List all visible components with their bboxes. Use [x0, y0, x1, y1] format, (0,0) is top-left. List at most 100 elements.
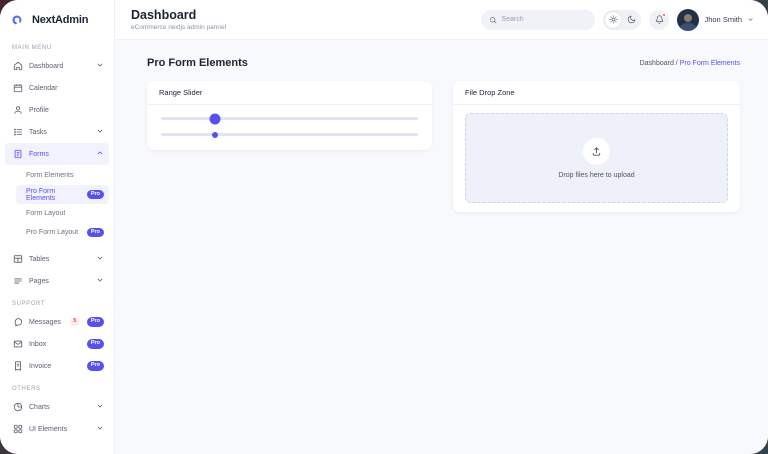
pie-chart-icon — [13, 402, 23, 412]
forms-submenu: Form Elements Pro Form Elements Pro Form… — [0, 166, 114, 242]
pro-badge: Pro — [87, 190, 104, 200]
range-slider-1[interactable] — [161, 117, 418, 120]
sidebar: NextAdmin MAIN MENU Dashboard Calendar P… — [0, 0, 115, 454]
sidebar-item-charts[interactable]: Charts — [5, 396, 109, 418]
page-title: Pro Form Elements — [147, 57, 248, 69]
grid-icon — [13, 424, 23, 434]
dark-mode-button[interactable] — [623, 12, 639, 28]
chat-icon — [13, 317, 23, 327]
sidebar-item-calendar[interactable]: Calendar — [5, 77, 109, 99]
pro-badge: Pro — [87, 339, 104, 349]
sidebar-item-label: Form Layout — [26, 210, 104, 217]
sidebar-item-label: Calendar — [29, 85, 104, 92]
chevron-down-icon — [96, 402, 104, 412]
pages-icon — [13, 276, 23, 286]
sidebar-item-invoice[interactable]: Invoice Pro — [5, 355, 109, 377]
sidebar-item-profile[interactable]: Profile — [5, 99, 109, 121]
light-mode-button[interactable] — [605, 12, 621, 28]
search-input[interactable] — [501, 16, 581, 23]
moon-icon — [627, 15, 636, 24]
header-title: Dashboard — [131, 8, 226, 22]
notification-dot — [662, 13, 666, 17]
sidebar-item-tasks[interactable]: Tasks — [5, 121, 109, 143]
sidebar-item-label: Forms — [29, 151, 90, 158]
section-label-main-menu: MAIN MENU — [0, 36, 114, 55]
page-head: Pro Form Elements Dashboard / Pro Form E… — [147, 57, 740, 69]
pro-badge: Pro — [87, 317, 104, 327]
home-icon — [13, 61, 23, 71]
sidebar-subitem-pro-form-elements[interactable]: Pro Form Elements Pro — [16, 185, 109, 204]
chevron-up-icon — [96, 149, 104, 159]
tasks-icon — [13, 127, 23, 137]
breadcrumb-current: Pro Form Elements — [680, 60, 740, 67]
breadcrumb: Dashboard / Pro Form Elements — [640, 60, 740, 67]
chevron-down-icon — [96, 254, 104, 264]
sidebar-item-messages[interactable]: Messages 5 Pro — [5, 311, 109, 333]
pro-badge: Pro — [87, 361, 104, 371]
sidebar-subitem-form-elements[interactable]: Form Elements — [16, 166, 109, 185]
chevron-down-icon — [747, 16, 754, 23]
sidebar-item-label: Pages — [29, 278, 90, 285]
sidebar-subitem-form-layout[interactable]: Form Layout — [16, 204, 109, 223]
sidebar-item-label: Pro Form Layout — [26, 229, 83, 236]
section-label-others: OTHERS — [0, 377, 114, 396]
upload-icon — [591, 146, 602, 157]
file-dropzone[interactable]: Drop files here to upload — [465, 113, 728, 203]
header-actions: Jhon Smith — [481, 9, 754, 31]
user-menu[interactable]: Jhon Smith — [677, 9, 754, 31]
sidebar-item-label: Tasks — [29, 129, 90, 136]
sidebar-item-label: Inbox — [29, 341, 81, 348]
app-title: NextAdmin — [32, 14, 88, 26]
logo-icon — [12, 12, 27, 27]
sidebar-item-ui-elements[interactable]: UI Elements — [5, 418, 109, 440]
sidebar-item-dashboard[interactable]: Dashboard — [5, 55, 109, 77]
chevron-down-icon — [96, 424, 104, 434]
logo[interactable]: NextAdmin — [0, 0, 114, 36]
drop-hint: Drop files here to upload — [558, 172, 634, 179]
range-slider-2[interactable] — [161, 133, 418, 136]
range-slider-card: Range Slider — [147, 81, 432, 150]
sidebar-item-forms[interactable]: Forms — [5, 143, 109, 165]
chevron-down-icon — [96, 276, 104, 286]
calendar-icon — [13, 83, 23, 93]
sidebar-item-pages[interactable]: Pages — [5, 270, 109, 292]
cards-row: Range Slider File Drop Zone — [147, 81, 740, 212]
sidebar-item-label: Form Elements — [26, 172, 104, 179]
search-icon — [489, 16, 497, 24]
table-icon — [13, 254, 23, 264]
slider-handle-outline[interactable] — [212, 132, 218, 138]
user-icon — [13, 105, 23, 115]
chevron-down-icon — [96, 127, 104, 137]
sidebar-item-label: Pro Form Elements — [26, 188, 83, 202]
section-label-support: SUPPORT — [0, 292, 114, 311]
sidebar-item-inbox[interactable]: Inbox Pro — [5, 333, 109, 355]
sidebar-item-tables[interactable]: Tables — [5, 248, 109, 270]
inbox-icon — [13, 339, 23, 349]
upload-circle — [583, 138, 610, 165]
sidebar-subitem-pro-form-layout[interactable]: Pro Form Layout Pro — [16, 223, 109, 242]
app-window: NextAdmin MAIN MENU Dashboard Calendar P… — [0, 0, 768, 454]
search-box[interactable] — [481, 10, 595, 30]
sidebar-item-label: Tables — [29, 256, 90, 263]
header-subtitle: eCommerce nextjs admin pannel — [131, 24, 226, 31]
breadcrumb-root[interactable]: Dashboard — [640, 60, 674, 67]
sidebar-item-label: Charts — [29, 404, 90, 411]
content-column: Dashboard eCommerce nextjs admin pannel — [115, 0, 768, 454]
card-title: Range Slider — [147, 81, 432, 105]
header-titles: Dashboard eCommerce nextjs admin pannel — [131, 8, 226, 31]
sidebar-item-label: UI Elements — [29, 426, 90, 433]
sidebar-item-label: Messages — [29, 319, 65, 326]
theme-toggle[interactable] — [603, 10, 641, 30]
notifications-button[interactable] — [649, 10, 669, 30]
slider-handle-filled[interactable] — [209, 113, 220, 124]
sun-icon — [609, 15, 618, 24]
file-drop-card: File Drop Zone Drop files here to upload — [453, 81, 740, 212]
chevron-down-icon — [96, 61, 104, 71]
forms-icon — [13, 149, 23, 159]
sidebar-item-label: Profile — [29, 107, 104, 114]
invoice-icon — [13, 361, 23, 371]
top-header: Dashboard eCommerce nextjs admin pannel — [115, 0, 768, 40]
user-name: Jhon Smith — [704, 15, 742, 24]
messages-count-badge: 5 — [71, 318, 79, 327]
range-slider-body — [147, 105, 432, 150]
